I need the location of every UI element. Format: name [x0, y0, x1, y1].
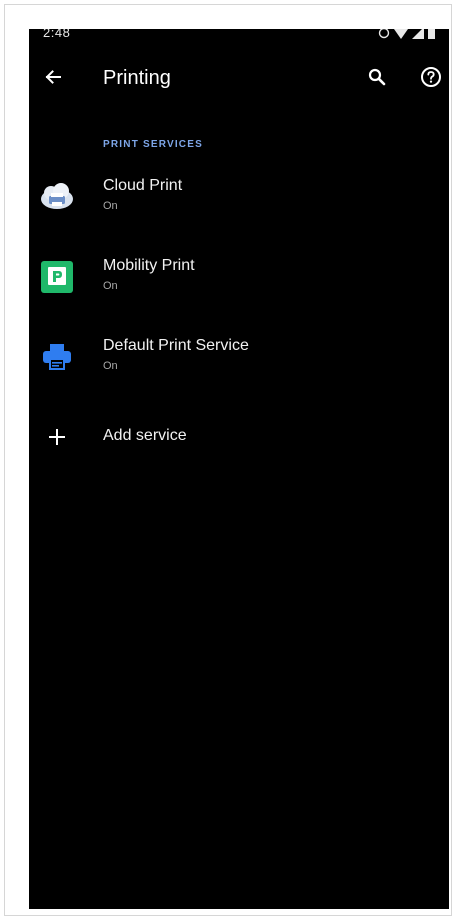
phone-screen: 2:48 Printing PRINT SERVICES Cloud Print…: [29, 29, 449, 909]
service-item-default-print-service[interactable]: Default Print Service On: [29, 327, 449, 391]
signal-icon: [412, 29, 424, 39]
alarm-icon: [378, 29, 390, 39]
back-button[interactable]: [37, 63, 69, 95]
wifi-icon: [394, 29, 408, 39]
search-icon: [367, 67, 387, 92]
service-label: Cloud Print: [103, 177, 183, 194]
service-item-cloud-print[interactable]: Cloud Print On: [29, 167, 449, 231]
service-label: Default Print Service: [103, 337, 249, 354]
add-service-item[interactable]: Add service: [29, 407, 449, 471]
printer-icon: [39, 339, 75, 375]
service-status: On: [103, 200, 118, 212]
search-button[interactable]: [361, 63, 393, 95]
service-item-mobility-print[interactable]: Mobility Print On: [29, 247, 449, 311]
app-bar: Printing: [29, 55, 449, 103]
status-time: 2:48: [43, 29, 71, 40]
service-status: On: [103, 360, 118, 372]
add-service-label: Add service: [103, 427, 187, 444]
service-status: On: [103, 280, 118, 292]
battery-icon: [428, 29, 435, 39]
help-circle-icon: [420, 66, 442, 93]
mobility-print-icon: [39, 259, 75, 295]
status-bar: 2:48: [29, 29, 449, 43]
section-header: PRINT SERVICES: [103, 139, 203, 150]
help-button[interactable]: [415, 63, 447, 95]
cloud-print-icon: [39, 179, 75, 215]
service-label: Mobility Print: [103, 257, 195, 274]
status-icons: [378, 29, 435, 39]
plus-icon: [39, 419, 75, 455]
arrow-back-icon: [43, 67, 63, 92]
page-title: Printing: [103, 67, 171, 89]
screenshot-frame: 2:48 Printing PRINT SERVICES Cloud Print…: [4, 4, 452, 916]
